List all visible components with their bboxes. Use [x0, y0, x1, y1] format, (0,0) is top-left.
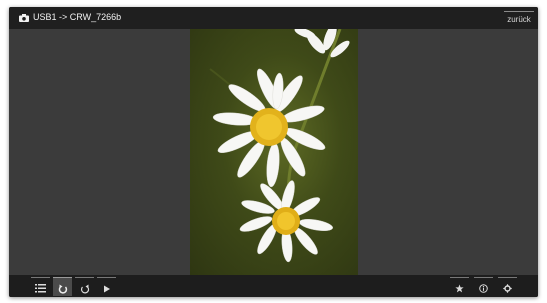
back-button[interactable]: zurück: [504, 11, 534, 26]
camera-icon: [19, 13, 29, 22]
star-icon[interactable]: [450, 277, 469, 296]
breadcrumb: USB1 -> CRW_7266b: [19, 12, 121, 22]
rotate-right-icon[interactable]: [75, 277, 94, 296]
page-title: USB1 -> CRW_7266b: [33, 12, 122, 22]
bottom-toolbar: [9, 275, 538, 297]
photo-preview: [190, 29, 358, 275]
rotate-left-icon[interactable]: [53, 277, 72, 296]
settings-gear-icon[interactable]: [498, 277, 517, 296]
info-icon[interactable]: [474, 277, 493, 296]
play-icon[interactable]: [97, 277, 116, 296]
title-bar: USB1 -> CRW_7266b zurück: [9, 7, 538, 29]
viewer-window: USB1 -> CRW_7266b zurück: [9, 7, 538, 297]
list-view-icon[interactable]: [31, 277, 50, 296]
